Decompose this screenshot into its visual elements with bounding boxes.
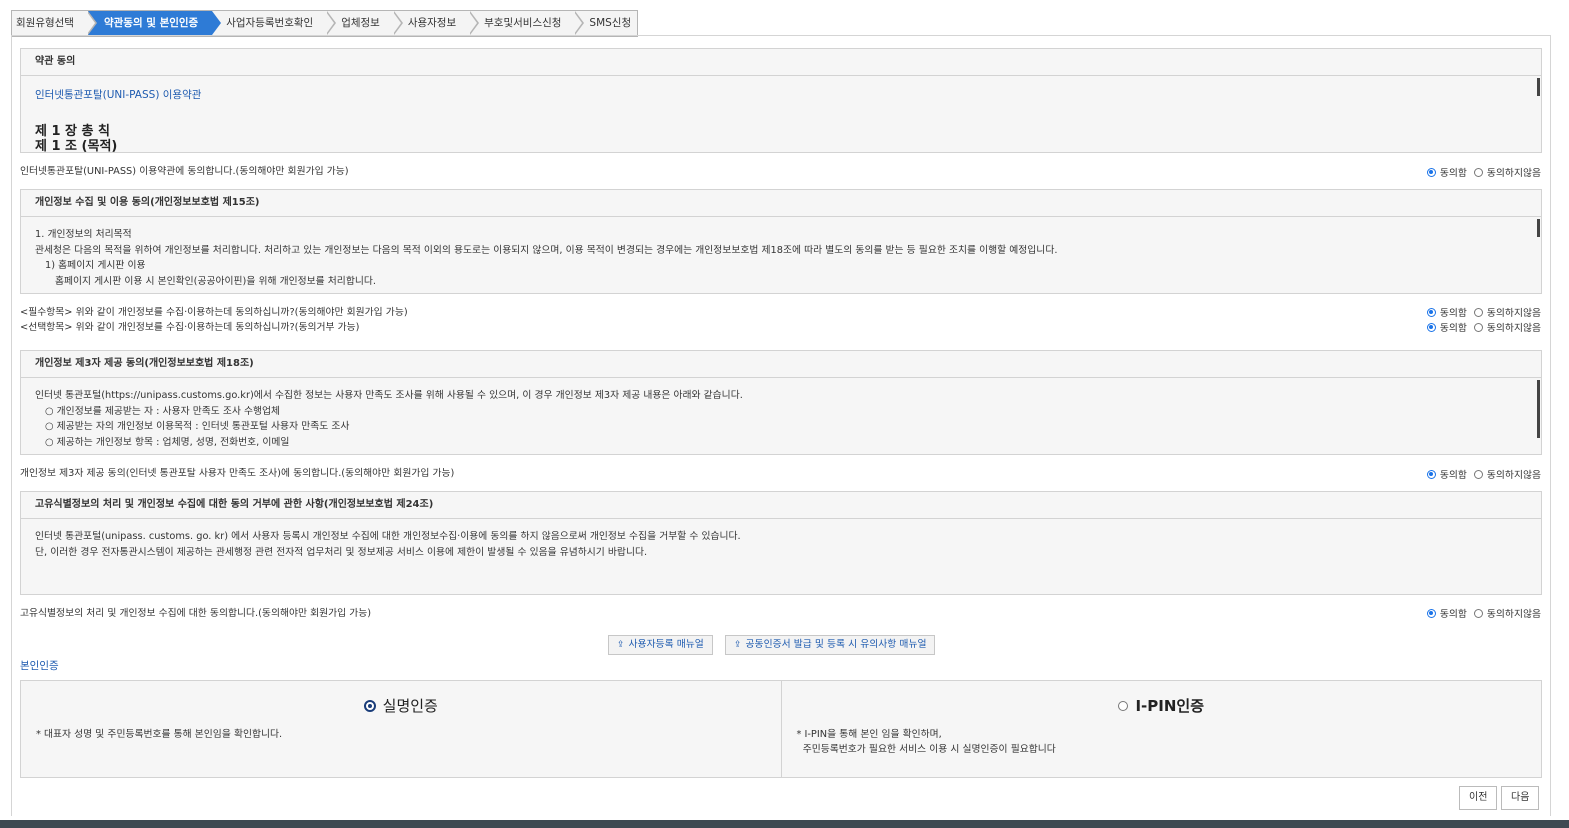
download-icon: ⇪ xyxy=(617,640,625,650)
privacy-line: 홈페이지 게시판 이용 시 본인확인(공공아이핀)을 위해 개인정보를 처리합니… xyxy=(55,275,376,287)
third-party-radio-group: 동의함 동의하지않음 xyxy=(1420,467,1541,481)
ipin-auth-desc: * I-PIN을 통해 본인 임을 확인하며, 주민등록번호가 필요한 서비스 … xyxy=(796,729,1056,755)
terms-header: 약관 동의 xyxy=(21,49,1541,76)
terms-box: 약관 동의 인터넷통관포탈(UNI-PASS) 이용약관 제 1 장 총 칙 제… xyxy=(20,48,1542,154)
privacy-optional-text: <선택항목> 위와 같이 개인정보를 수집·이용하는데 동의하십니까?(동의거부… xyxy=(20,322,360,333)
radio-selected-icon[interactable] xyxy=(1426,322,1436,332)
radio-selected-icon[interactable] xyxy=(1426,307,1436,317)
third-party-header: 개인정보 제3자 제공 동의(개인정보보호법 제18조) xyxy=(21,351,1541,378)
unique-id-line: 단, 이러한 경우 전자통관시스템이 제공하는 관세행정 관련 전자적 업무처리… xyxy=(35,546,648,558)
unique-id-radio-group: 동의함 동의하지않음 xyxy=(1420,606,1541,620)
third-party-scroll-area[interactable]: 인터넷 통관포털(https://unipass.customs.go.kr)에… xyxy=(21,378,1541,458)
terms-disagree-radio[interactable]: 동의하지않음 xyxy=(1473,165,1541,179)
privacy-line: 1) 홈페이지 게시판 이용 xyxy=(45,260,146,271)
privacy-scrollbar[interactable] xyxy=(1537,219,1540,237)
third-party-line: ○ 제공하는 개인정보 항목 : 업체명, 성명, 전화번호, 이메일 xyxy=(45,436,290,448)
privacy-required-disagree-radio[interactable]: 동의하지않음 xyxy=(1473,305,1541,319)
terms-scrollbar[interactable] xyxy=(1537,78,1540,96)
download-icon: ⇪ xyxy=(734,640,742,650)
radio-empty-icon[interactable] xyxy=(1473,322,1483,332)
privacy-required-radio-group: 동의함 동의하지않음 xyxy=(1420,305,1541,319)
third-party-disagree-radio[interactable]: 동의하지않음 xyxy=(1473,467,1541,481)
step-sms: SMS신청 xyxy=(589,17,632,29)
radio-selected-icon[interactable] xyxy=(1426,469,1436,479)
privacy-header: 개인정보 수집 및 이용 동의(개인정보보호법 제15조) xyxy=(21,190,1541,217)
unique-id-agree-radio[interactable]: 동의함 xyxy=(1426,606,1467,620)
third-party-agree-text: 개인정보 제3자 제공 동의(인터넷 통관포탈 사용자 만족도 조사)에 동의합… xyxy=(20,468,455,479)
unique-id-body: 인터넷 통관포털(unipass. customs. go. kr) 에서 사용… xyxy=(21,519,1541,599)
auth-section-title: 본인인증 xyxy=(20,660,59,672)
unique-id-agree-text: 고유식별정보의 처리 및 개인정보 수집에 대한 동의합니다.(동의해야만 회원… xyxy=(20,608,372,619)
radio-empty-icon[interactable] xyxy=(1473,307,1483,317)
step-code-service: 부호및서비스신청 xyxy=(470,11,585,36)
cert-manual-button[interactable]: ⇪ 공동인증서 발급 및 등록 시 유의사항 매뉴얼 xyxy=(725,635,936,655)
radio-empty-icon[interactable] xyxy=(1118,700,1129,711)
step-member-type: 회원유형선택 xyxy=(12,11,97,36)
privacy-required-text: <필수항목> 위와 같이 개인정보를 수집·이용하는데 동의하십니까?(동의해야… xyxy=(20,307,408,318)
radio-selected-icon[interactable] xyxy=(1426,608,1436,618)
step-user-info: 사용자정보 xyxy=(394,11,480,36)
privacy-scroll-area[interactable]: 1. 개인정보의 처리목적 관세청은 다음의 목적을 위하여 개인정보를 처리합… xyxy=(21,217,1541,297)
radio-empty-icon[interactable] xyxy=(1473,167,1483,177)
step-business-number: 사업자등록번호확인 xyxy=(212,11,337,36)
unique-id-header: 고유식별정보의 처리 및 개인정보 수집에 대한 동의 거부에 관한 사항(개인… xyxy=(21,492,1541,519)
prev-button[interactable]: 이전 xyxy=(1459,786,1498,810)
privacy-optional-disagree-radio[interactable]: 동의하지않음 xyxy=(1473,320,1541,334)
radio-empty-icon[interactable] xyxy=(1473,608,1483,618)
privacy-optional-radio-group: 동의함 동의하지않음 xyxy=(1420,320,1541,334)
third-party-agree-radio[interactable]: 동의함 xyxy=(1426,467,1467,481)
real-name-auth-desc: * 대표자 성명 및 주민등록번호를 통해 본인임을 확인합니다. xyxy=(36,729,283,740)
unique-id-disagree-radio[interactable]: 동의하지않음 xyxy=(1473,606,1541,620)
terms-chapter: 제 1 장 총 칙 xyxy=(35,123,110,139)
privacy-required-agree-radio[interactable]: 동의함 xyxy=(1426,305,1467,319)
user-manual-button[interactable]: ⇪ 사용자등록 매뉴얼 xyxy=(608,635,713,655)
footer-bar xyxy=(0,820,1569,828)
auth-method-panel: 실명인증 * 대표자 성명 및 주민등록번호를 통해 본인임을 확인합니다. I… xyxy=(20,680,1542,778)
real-name-auth-title[interactable]: 실명인증 xyxy=(21,695,781,716)
third-party-line: ○ 제공받는 자의 개인정보 이용목적 : 인터넷 통관포털 사용자 만족도 조… xyxy=(45,421,350,432)
ipin-auth-title[interactable]: I-PIN인증 xyxy=(782,695,1542,716)
step-terms-auth: 약관동의 및 본인인증 xyxy=(87,11,222,36)
privacy-optional-agree-radio[interactable]: 동의함 xyxy=(1426,320,1467,334)
terms-scroll-area[interactable]: 인터넷통관포탈(UNI-PASS) 이용약관 제 1 장 총 칙 제 1 조 (… xyxy=(21,76,1541,158)
step-navigation: 회원유형선택 약관동의 및 본인인증 사업자등록번호확인 업체정보 사용자정보 … xyxy=(11,10,639,37)
privacy-box: 개인정보 수집 및 이용 동의(개인정보보호법 제15조) 1. 개인정보의 처… xyxy=(20,189,1542,294)
unique-id-line: 인터넷 통관포털(unipass. customs. go. kr) 에서 사용… xyxy=(35,531,741,542)
third-party-line: ○ 개인정보를 제공받는 자 : 사용자 만족도 조사 수행업체 xyxy=(45,405,281,417)
radio-selected-icon[interactable] xyxy=(363,699,376,712)
radio-empty-icon[interactable] xyxy=(1473,469,1483,479)
ipin-auth-option[interactable]: I-PIN인증 * I-PIN을 통해 본인 임을 확인하며, 주민등록번호가 … xyxy=(780,681,1542,777)
step-company-info: 업체정보 xyxy=(327,11,403,36)
third-party-box: 개인정보 제3자 제공 동의(개인정보보호법 제18조) 인터넷 통관포털(ht… xyxy=(20,350,1542,455)
privacy-line: 관세청은 다음의 목적을 위하여 개인정보를 처리합니다. 처리하고 있는 개인… xyxy=(35,244,1058,256)
third-party-scrollbar[interactable] xyxy=(1537,380,1540,438)
terms-article: 제 1 조 (목적) xyxy=(35,138,118,154)
terms-link[interactable]: 인터넷통관포탈(UNI-PASS) 이용약관 xyxy=(35,88,1521,104)
third-party-line: 인터넷 통관포털(https://unipass.customs.go.kr)에… xyxy=(35,390,743,401)
privacy-line: 1. 개인정보의 처리목적 xyxy=(35,229,132,240)
terms-agree-text: 인터넷통관포탈(UNI-PASS) 이용약관에 동의합니다.(동의해야만 회원가… xyxy=(20,166,349,177)
unique-id-box: 고유식별정보의 처리 및 개인정보 수집에 대한 동의 거부에 관한 사항(개인… xyxy=(20,491,1542,595)
terms-radio-group: 동의함 동의하지않음 xyxy=(1420,165,1541,179)
next-button[interactable]: 다음 xyxy=(1501,786,1540,810)
terms-agree-radio[interactable]: 동의함 xyxy=(1426,165,1467,179)
real-name-auth-option[interactable]: 실명인증 * 대표자 성명 및 주민등록번호를 통해 본인임을 확인합니다. xyxy=(21,681,781,777)
radio-selected-icon[interactable] xyxy=(1426,167,1436,177)
